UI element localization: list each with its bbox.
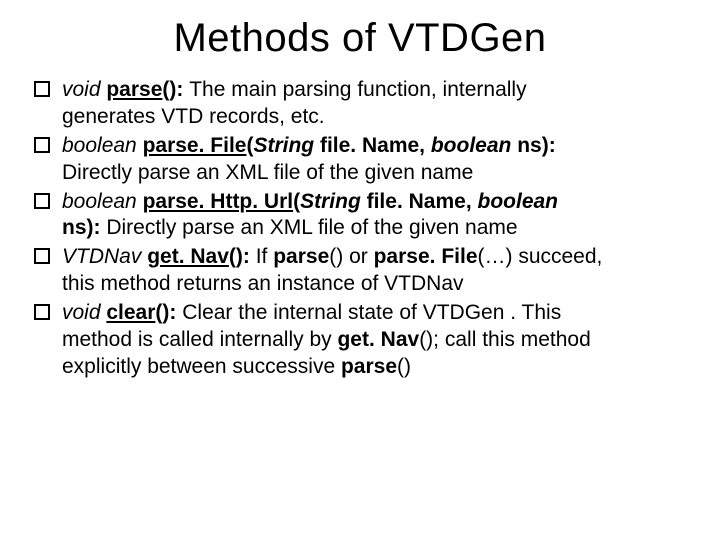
method-params: ():: [155, 301, 182, 324]
list-item: VTDNav get. Nav(): If parse() or parse. …: [32, 244, 688, 298]
param-name: file. Name,: [367, 190, 478, 213]
param-type: String: [253, 134, 320, 157]
return-type: boolean: [62, 190, 143, 213]
method-desc: (); call this method: [419, 328, 591, 351]
list-item: boolean parse. File(String file. Name, b…: [32, 133, 688, 187]
method-desc: generates VTD records, etc.: [62, 105, 325, 128]
method-name: parse. Http. Url: [143, 190, 294, 213]
method-list: void parse(): The main parsing function,…: [28, 77, 692, 381]
method-name: get. Nav: [147, 245, 229, 268]
list-item: boolean parse. Http. Url(String file. Na…: [32, 189, 688, 243]
bullet-icon: [34, 81, 50, 97]
method-name: parse: [106, 78, 162, 101]
param-type: String: [300, 190, 367, 213]
method-desc: explicitly between successive: [62, 355, 341, 378]
method-desc: method is called internally by: [62, 328, 337, 351]
list-item: void parse(): The main parsing function,…: [32, 77, 688, 131]
method-desc: () or: [329, 245, 373, 268]
method-params: ():: [162, 78, 189, 101]
method-desc: this method returns an instance of VTDNa…: [62, 272, 464, 295]
method-name: clear: [106, 301, 155, 324]
return-type: void: [62, 78, 106, 101]
bullet-icon: [34, 193, 50, 209]
return-type: boolean: [62, 134, 143, 157]
method-desc: If: [256, 245, 274, 268]
param-type: boolean: [431, 134, 517, 157]
method-desc: Directly parse an XML file of the given …: [106, 216, 517, 239]
page-title: Methods of VTDGen: [28, 16, 692, 61]
method-desc: The main parsing function, internally: [189, 78, 526, 101]
slide: Methods of VTDGen void parse(): The main…: [0, 0, 720, 540]
return-type: VTDNav: [62, 245, 147, 268]
method-desc: Clear the internal state of VTDGen . Thi…: [182, 301, 561, 324]
param-type: boolean: [478, 190, 559, 213]
method-name: parse. File: [143, 134, 247, 157]
list-item: void clear(): Clear the internal state o…: [32, 300, 688, 381]
bullet-icon: [34, 248, 50, 264]
ref-method: parse: [341, 355, 397, 378]
bullet-icon: [34, 137, 50, 153]
method-desc: (): [397, 355, 411, 378]
param-name: ns):: [62, 216, 106, 239]
ref-method: parse: [273, 245, 329, 268]
bullet-icon: [34, 304, 50, 320]
param-name: ns):: [517, 134, 556, 157]
ref-method: parse. File: [374, 245, 478, 268]
method-desc: Directly parse an XML file of the given …: [62, 161, 473, 184]
ref-method: get. Nav: [337, 328, 419, 351]
method-desc: (…) succeed,: [478, 245, 603, 268]
return-type: void: [62, 301, 106, 324]
param-name: file. Name,: [320, 134, 431, 157]
method-params: ():: [229, 245, 256, 268]
